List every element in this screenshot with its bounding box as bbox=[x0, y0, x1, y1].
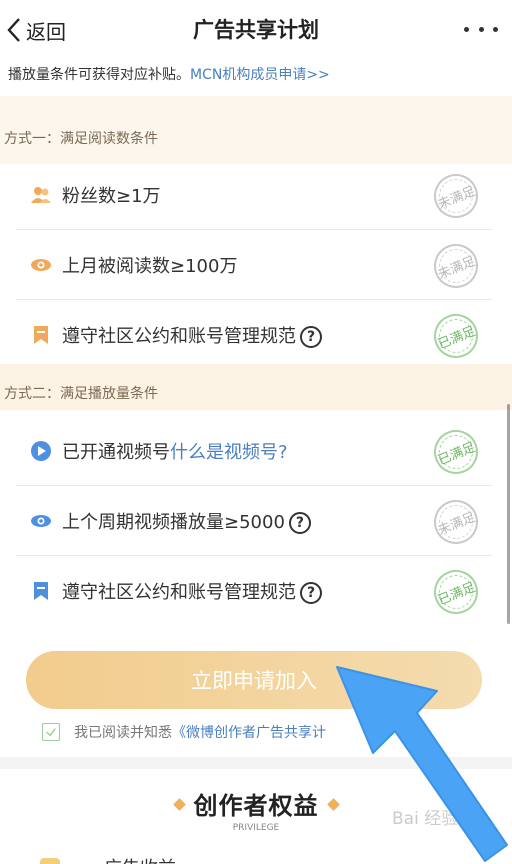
status-stamp: 未满足 bbox=[427, 237, 485, 295]
what-is-video-channel-link[interactable]: 什么是视频号? bbox=[170, 442, 288, 463]
section1-title: 方式一：满足阅读数条件 bbox=[4, 131, 158, 147]
condition-row-reads: 上月被阅读数≥100万 未满足 bbox=[16, 230, 492, 300]
benefit-item-peek: 广告收益 bbox=[40, 848, 176, 864]
status-stamp: 未满足 bbox=[427, 167, 485, 225]
privilege-title: 创作者权益 bbox=[193, 792, 319, 820]
condition-text: 已开通视频号 bbox=[62, 442, 170, 463]
condition-row-community-rules-2: 遵守社区公约和账号管理规范? 已满足 bbox=[16, 556, 492, 626]
bookmark-icon bbox=[34, 326, 48, 344]
mcn-apply-link[interactable]: MCN机构成员申请>> bbox=[190, 67, 330, 83]
benefit-label: 广告收益 bbox=[104, 854, 176, 864]
condition-text: 遵守社区公约和账号管理规范 bbox=[62, 582, 296, 603]
status-stamp: 已满足 bbox=[427, 307, 485, 365]
scrollbar[interactable] bbox=[507, 404, 510, 624]
status-stamp: 未满足 bbox=[427, 493, 485, 551]
bookmark-icon bbox=[34, 582, 48, 600]
agreement-checkbox[interactable] bbox=[42, 723, 60, 741]
condition-text: 遵守社区公约和账号管理规范 bbox=[62, 326, 296, 347]
condition-label: 遵守社区公约和账号管理规范? bbox=[62, 322, 322, 348]
status-stamp: 已满足 bbox=[427, 423, 485, 481]
condition-label: 粉丝数≥1万 bbox=[62, 186, 161, 207]
page-title: 广告共享计划 bbox=[193, 18, 319, 42]
status-stamp: 已满足 bbox=[427, 563, 485, 621]
video-channel-icon bbox=[31, 441, 51, 461]
diamond-icon bbox=[172, 798, 186, 811]
eye-icon bbox=[31, 259, 51, 271]
fans-icon bbox=[31, 187, 51, 203]
intro-description: 播放量条件可获得对应补贴。 bbox=[8, 67, 190, 83]
condition-label: 上个周期视频播放量≥5000? bbox=[62, 508, 311, 534]
section2-title: 方式二：满足播放量条件 bbox=[4, 386, 158, 402]
condition-text: 上个周期视频播放量≥5000 bbox=[62, 512, 285, 533]
help-icon[interactable]: ? bbox=[300, 326, 322, 348]
pointer-arrow-annotation bbox=[336, 666, 508, 862]
condition-row-video-channel: 已开通视频号什么是视频号? 已满足 bbox=[16, 416, 492, 486]
condition-label: 遵守社区公约和账号管理规范? bbox=[62, 578, 322, 604]
help-icon[interactable]: ? bbox=[300, 582, 322, 604]
condition-row-video-plays: 上个周期视频播放量≥5000? 未满足 bbox=[16, 486, 492, 556]
more-dot-icon bbox=[478, 26, 484, 32]
more-options-button[interactable] bbox=[464, 16, 498, 42]
condition-label: 上月被阅读数≥100万 bbox=[62, 256, 238, 277]
more-dot-icon bbox=[464, 26, 469, 32]
more-dot-icon bbox=[493, 26, 498, 32]
agreement-link[interactable]: 《微博创作者广告共享计 bbox=[172, 722, 326, 742]
top-navigation-bar: 返回 广告共享计划 bbox=[0, 0, 512, 58]
eye-icon bbox=[31, 515, 51, 527]
agreement-text: 我已阅读并知悉 bbox=[74, 725, 172, 741]
agreement-row: 我已阅读并知悉 《微博创作者广告共享计 bbox=[42, 722, 326, 742]
intro-text: 播放量条件可获得对应补贴。MCN机构成员申请>> bbox=[8, 64, 330, 84]
condition-label: 已开通视频号什么是视频号? bbox=[62, 438, 288, 464]
check-icon bbox=[46, 728, 56, 737]
condition-row-community-rules: 遵守社区公约和账号管理规范? 已满足 bbox=[16, 300, 492, 370]
help-icon[interactable]: ? bbox=[288, 512, 311, 534]
condition-row-fans: 粉丝数≥1万 未满足 bbox=[16, 160, 492, 230]
benefit-icon bbox=[40, 858, 60, 864]
